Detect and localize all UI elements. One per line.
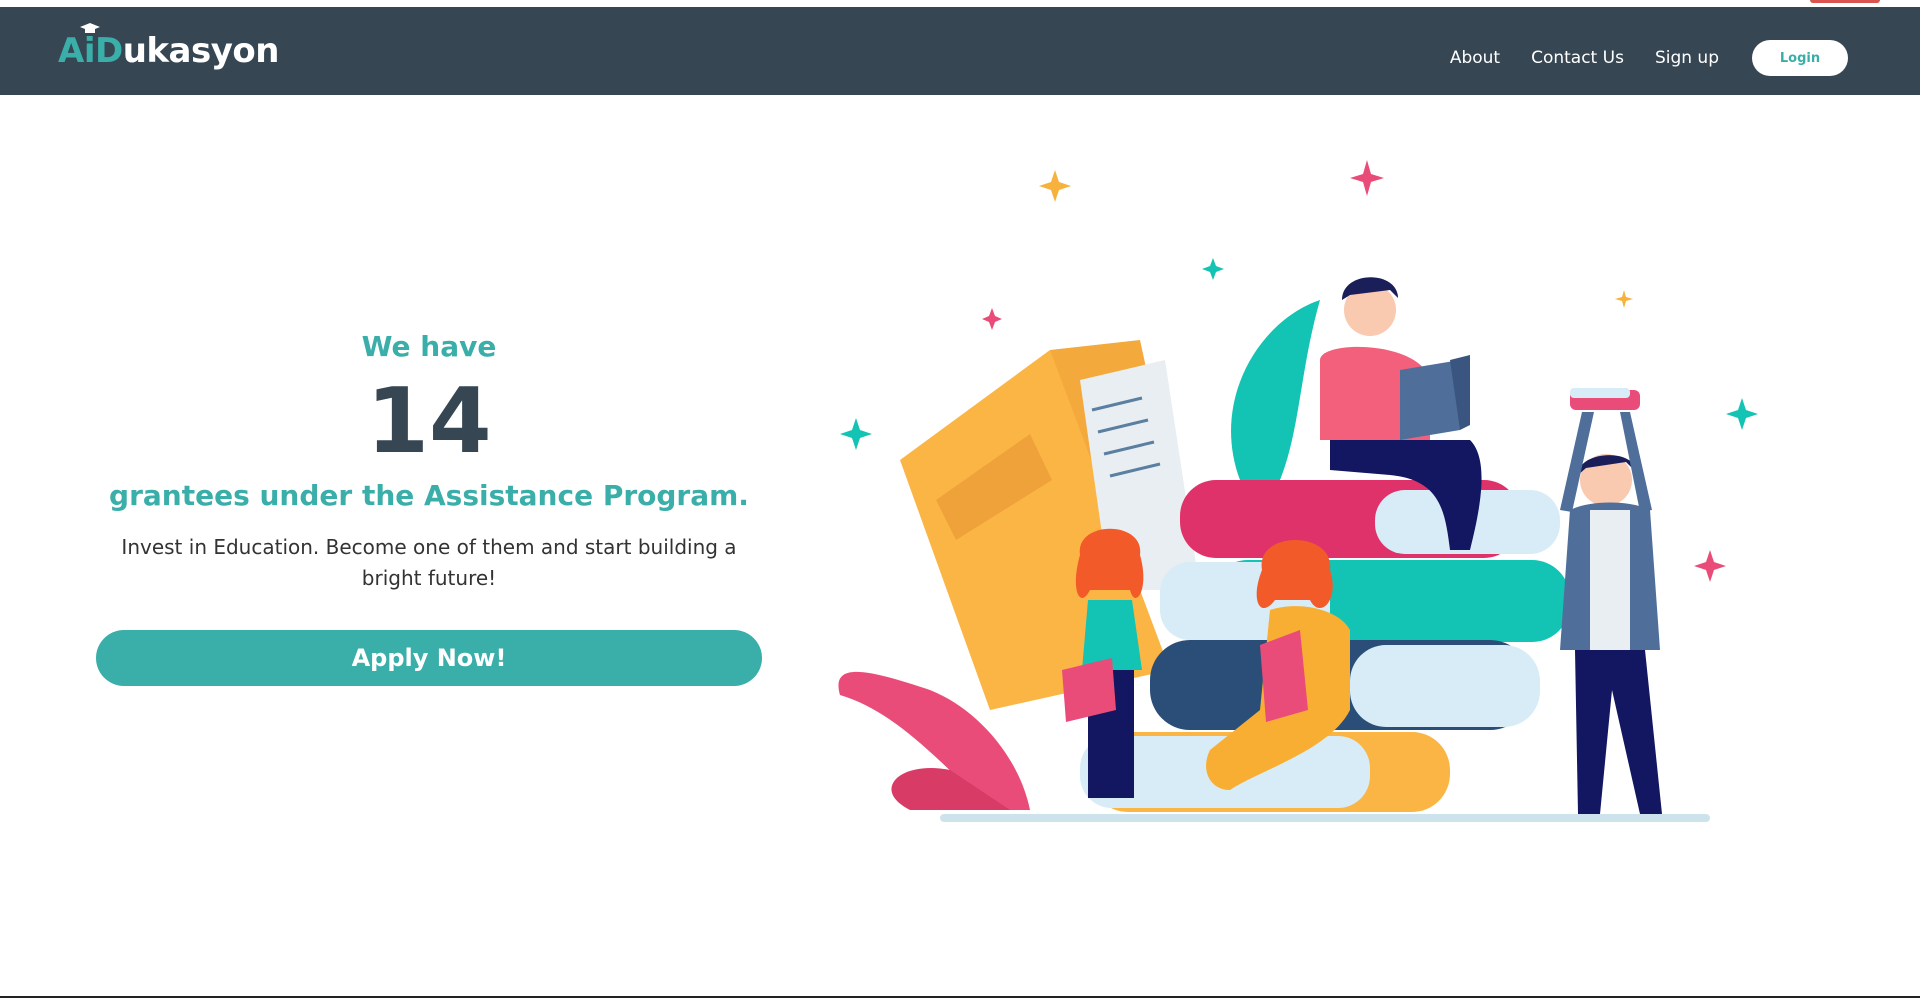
brand-accent-text: AiD (58, 31, 123, 71)
hero-section: We have 14 grantees under the Assistance… (96, 330, 762, 686)
top-accent (1810, 0, 1880, 3)
hero-lead: We have (361, 330, 497, 363)
top-strip (0, 0, 1920, 7)
graduation-cap-icon (80, 23, 100, 33)
hero-subtitle: grantees under the Assistance Program. (109, 479, 749, 512)
brand-logo[interactable]: AiD ukasyon (58, 23, 280, 75)
boy-standing (1560, 388, 1662, 814)
brand-rest-text: ukasyon (122, 31, 280, 71)
brand-accent: AiD (58, 23, 123, 71)
nav-signup-link[interactable]: Sign up (1655, 48, 1719, 68)
nav-links: About Contact Us Sign up Login (1450, 14, 1848, 102)
nav-contact-link[interactable]: Contact Us (1531, 48, 1624, 68)
grantee-count: 14 (366, 369, 492, 474)
navbar: AiD ukasyon About Contact Us Sign up Log… (0, 7, 1920, 95)
big-yellow-book (900, 340, 1200, 710)
login-button[interactable]: Login (1752, 40, 1848, 76)
students-books-illustration (838, 160, 1758, 822)
hero-tagline: Invest in Education. Become one of them … (121, 535, 737, 590)
apply-now-button[interactable]: Apply Now! (96, 630, 762, 686)
nav-about-link[interactable]: About (1450, 48, 1500, 68)
